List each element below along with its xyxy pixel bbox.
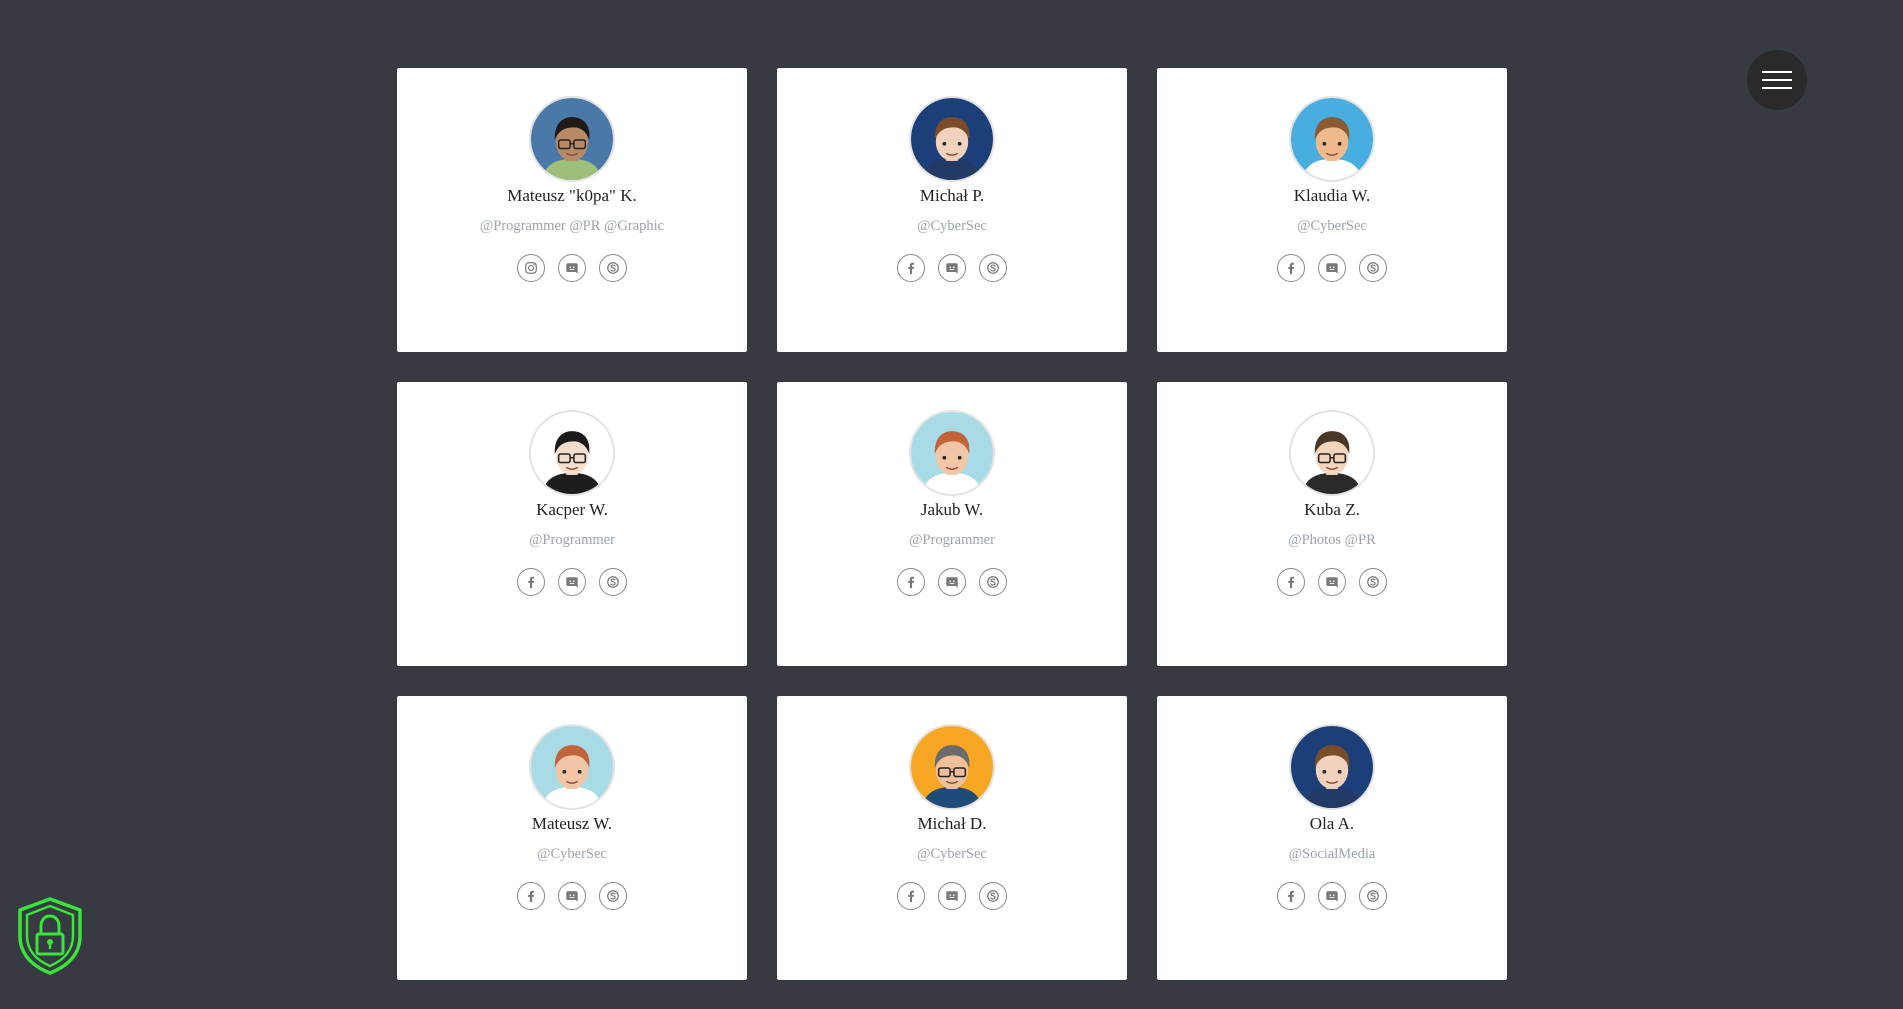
- skype-icon[interactable]: [979, 882, 1007, 910]
- shield-lock-icon[interactable]: [16, 896, 84, 976]
- avatar: [529, 96, 615, 182]
- skype-icon[interactable]: [1359, 254, 1387, 282]
- team-card: Ola A. @SocialMedia: [1157, 696, 1507, 980]
- skype-icon[interactable]: [599, 254, 627, 282]
- avatar: [1289, 410, 1375, 496]
- discord-icon[interactable]: [938, 568, 966, 596]
- member-role: @CyberSec: [917, 218, 987, 234]
- member-role: @Photos @PR: [1288, 532, 1376, 548]
- social-links: [1157, 568, 1507, 596]
- member-name: Jakub W.: [920, 500, 984, 519]
- social-links: [1157, 882, 1507, 910]
- discord-icon[interactable]: [558, 568, 586, 596]
- discord-icon[interactable]: [938, 882, 966, 910]
- social-links: [777, 882, 1127, 910]
- discord-icon[interactable]: [558, 882, 586, 910]
- menu-bar: [1762, 79, 1792, 81]
- discord-icon[interactable]: [558, 254, 586, 282]
- facebook-icon[interactable]: [517, 882, 545, 910]
- member-name: Michał P.: [919, 186, 985, 205]
- facebook-icon[interactable]: [517, 568, 545, 596]
- skype-icon[interactable]: [599, 882, 627, 910]
- member-name: Klaudia W.: [1293, 186, 1371, 205]
- hamburger-menu-icon[interactable]: [1747, 50, 1807, 110]
- social-links: [397, 254, 747, 282]
- member-name: Kacper W.: [536, 500, 608, 519]
- menu-bar: [1762, 71, 1792, 73]
- discord-icon[interactable]: [1318, 254, 1346, 282]
- discord-icon[interactable]: [1318, 882, 1346, 910]
- discord-icon[interactable]: [938, 254, 966, 282]
- facebook-icon[interactable]: [1277, 254, 1305, 282]
- team-card: Mateusz W. @CyberSec: [397, 696, 747, 980]
- avatar: [529, 410, 615, 496]
- social-links: [397, 568, 747, 596]
- member-name: Ola A.: [1309, 814, 1355, 833]
- menu-bar: [1762, 87, 1792, 89]
- avatar: [909, 724, 995, 810]
- discord-icon[interactable]: [1318, 568, 1346, 596]
- social-links: [777, 254, 1127, 282]
- facebook-icon[interactable]: [897, 882, 925, 910]
- member-name: Mateusz "k0pa" K.: [507, 186, 637, 205]
- team-card: Kuba Z. @Photos @PR: [1157, 382, 1507, 666]
- facebook-icon[interactable]: [897, 254, 925, 282]
- member-role: @Programmer: [909, 532, 995, 548]
- social-links: [1157, 254, 1507, 282]
- member-role: @SocialMedia: [1288, 846, 1376, 862]
- team-card: Mateusz "k0pa" K. @Programmer @PR @Graph…: [397, 68, 747, 352]
- avatar: [529, 724, 615, 810]
- team-card: Michał P. @CyberSec: [777, 68, 1127, 352]
- team-card: Michał D. @CyberSec: [777, 696, 1127, 980]
- facebook-icon[interactable]: [897, 568, 925, 596]
- instagram-icon[interactable]: [517, 254, 545, 282]
- avatar: [909, 410, 995, 496]
- social-links: [777, 568, 1127, 596]
- skype-icon[interactable]: [979, 568, 1007, 596]
- skype-icon[interactable]: [979, 254, 1007, 282]
- avatar: [1289, 724, 1375, 810]
- social-links: [397, 882, 747, 910]
- skype-icon[interactable]: [1359, 568, 1387, 596]
- member-role: @Programmer: [529, 532, 615, 548]
- member-role: @CyberSec: [1297, 218, 1367, 234]
- team-card: Kacper W. @Programmer: [397, 382, 747, 666]
- team-card: Klaudia W. @CyberSec: [1157, 68, 1507, 352]
- skype-icon[interactable]: [599, 568, 627, 596]
- member-name: Michał D.: [917, 814, 987, 833]
- avatar: [909, 96, 995, 182]
- member-name: Mateusz W.: [531, 814, 613, 833]
- member-role: @Programmer @PR @Graphic: [479, 218, 665, 234]
- facebook-icon[interactable]: [1277, 882, 1305, 910]
- team-grid: Mateusz "k0pa" K. @Programmer @PR @Graph…: [397, 68, 1507, 980]
- member-role: @CyberSec: [537, 846, 607, 862]
- team-card: Jakub W. @Programmer: [777, 382, 1127, 666]
- member-role: @CyberSec: [917, 846, 987, 862]
- skype-icon[interactable]: [1359, 882, 1387, 910]
- member-name: Kuba Z.: [1304, 500, 1360, 519]
- facebook-icon[interactable]: [1277, 568, 1305, 596]
- avatar: [1289, 96, 1375, 182]
